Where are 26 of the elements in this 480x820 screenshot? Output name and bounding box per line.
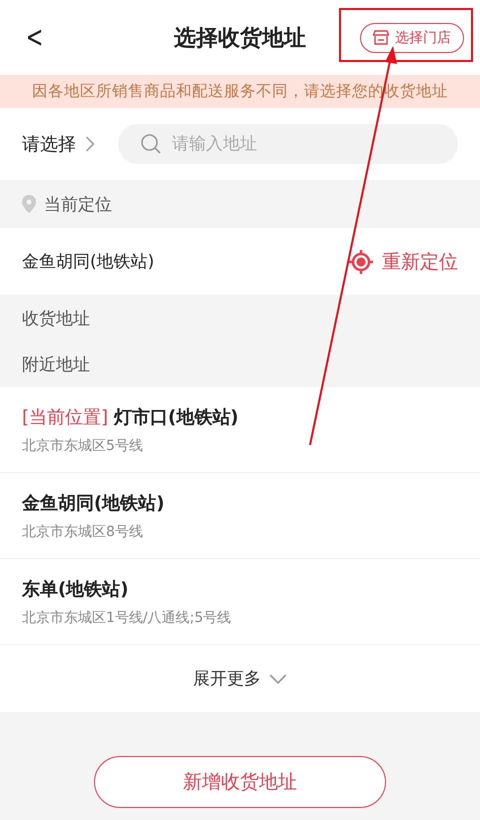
place-address: 北京市东城区1号线/八通线;5号线 xyxy=(22,608,232,626)
search-icon xyxy=(140,133,162,155)
place-address: 北京市东城区5号线 xyxy=(22,436,144,454)
store-icon xyxy=(373,30,389,45)
search-field[interactable]: 请输入地址 xyxy=(118,124,458,164)
address-item[interactable]: 东单(地铁站) 北京市东城区1号线/八通线;5号线 xyxy=(0,559,480,645)
crosshair-icon xyxy=(348,248,374,274)
address-item[interactable]: 金鱼胡同(地铁站) 北京市东城区8号线 xyxy=(0,473,480,559)
add-address-button[interactable]: 新增收货地址 xyxy=(94,756,386,808)
address-item[interactable]: [当前位置] 灯市口(地铁站) 北京市东城区5号线 xyxy=(0,387,480,473)
place-name: 金鱼胡同(地铁站) xyxy=(22,492,166,514)
place-name: [当前位置] 灯市口(地铁站) xyxy=(22,406,240,428)
place-name: 东单(地铁站) xyxy=(22,578,130,600)
back-button[interactable]: < xyxy=(26,20,44,55)
relocate-button[interactable]: 重新定位 xyxy=(348,248,458,274)
section-heading: 当前定位 xyxy=(44,194,112,216)
page-title: 选择收货地址 xyxy=(174,26,306,50)
expand-more-button[interactable]: 展开更多 xyxy=(0,645,480,712)
section-heading: 附近地址 xyxy=(22,354,90,376)
place-address: 北京市东城区8号线 xyxy=(22,522,144,540)
current-place: 金鱼胡同(地铁站) xyxy=(22,251,154,273)
notice-banner: 因各地区所销售商品和配送服务不同，请选择您的收货地址 xyxy=(0,75,480,108)
section-heading: 收货地址 xyxy=(22,308,90,330)
region-selector[interactable]: 请选择 xyxy=(22,132,98,156)
location-pin-icon xyxy=(22,195,36,213)
select-store-button[interactable]: 选择门店 xyxy=(360,22,464,52)
